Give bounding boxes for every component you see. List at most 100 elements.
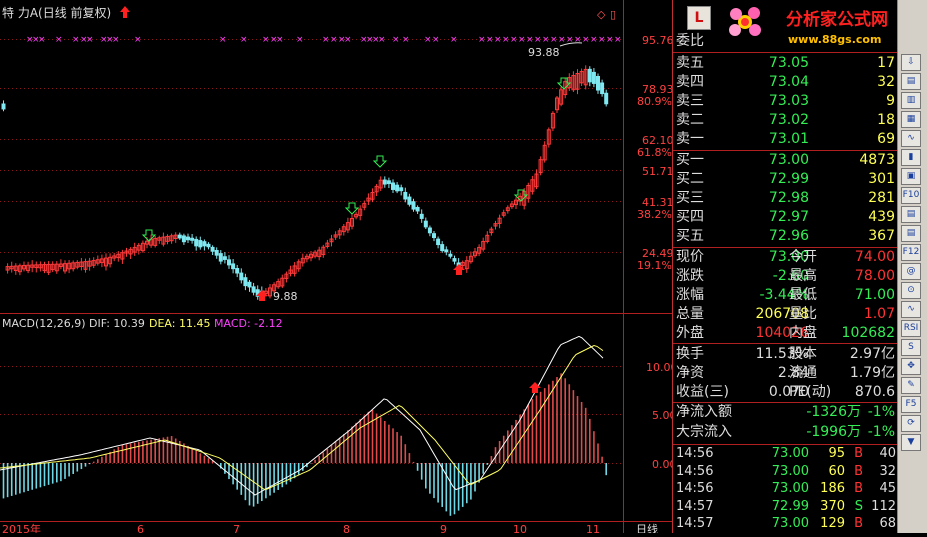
toolbar-button[interactable]: @ bbox=[901, 263, 921, 280]
toolbar-button[interactable]: F12 bbox=[901, 244, 921, 261]
svg-text:×: × bbox=[606, 35, 614, 45]
svg-text:×: × bbox=[402, 35, 410, 45]
svg-text:×: × bbox=[378, 35, 386, 45]
toolbar-button[interactable]: F10 bbox=[901, 187, 921, 204]
flow-value: -1326万 bbox=[806, 404, 861, 420]
svg-text:×: × bbox=[550, 35, 558, 45]
svg-text:×: × bbox=[134, 35, 142, 45]
ask-row[interactable]: 卖三 73.03 9 bbox=[673, 92, 898, 111]
ask-level: 卖五 bbox=[676, 55, 704, 71]
bid-row[interactable]: 买一 73.00 4873 bbox=[673, 151, 898, 170]
period-label: 日线 bbox=[636, 522, 658, 533]
trade-time: 14:57 bbox=[676, 516, 714, 531]
toolbar-button[interactable]: ▤ bbox=[901, 73, 921, 90]
bid-row[interactable]: 买四 72.97 439 bbox=[673, 208, 898, 227]
toolbar-button[interactable]: ✎ bbox=[901, 377, 921, 394]
toolbar-button[interactable]: ▣ bbox=[901, 168, 921, 185]
trade-time: 14:56 bbox=[676, 446, 714, 461]
price-levels bbox=[0, 39, 623, 253]
toolbar-button[interactable]: ▮ bbox=[901, 149, 921, 166]
quote-label: 涨幅 bbox=[676, 287, 704, 303]
side-toolbar: ⇩ ▤ ▥ ▦ ∿ ▮ ▣ F10 ▤ ▤ F12 @ ⊙ ∿ RSI S ✥ ✎ F5 ⟳ ▼ bbox=[897, 0, 927, 533]
stats-value-2: 2.97亿 bbox=[849, 346, 895, 362]
ask-row[interactable]: 卖一 73.01 69 bbox=[673, 130, 898, 149]
bid-level: 买三 bbox=[676, 190, 704, 206]
date-label-8: 8 bbox=[343, 523, 350, 533]
trade-row: 14:57 72.99 370 S 112 bbox=[673, 498, 898, 516]
toolbar-button[interactable]: ▤ bbox=[901, 225, 921, 242]
toolbar-button[interactable]: ▤ bbox=[901, 206, 921, 223]
macd-dea: DEA: 11.45 bbox=[149, 317, 210, 330]
toolbar-button[interactable]: ▼ bbox=[901, 434, 921, 451]
ask-row[interactable]: 卖二 73.02 18 bbox=[673, 111, 898, 130]
quote-value-2: 78.00 bbox=[854, 268, 895, 284]
quote-panel: L 委比 卖五 73.05 17 卖四 73.04 32 卖三 73.03 9 … bbox=[672, 0, 898, 533]
trade-side: B bbox=[854, 446, 863, 461]
scroll-up-icon[interactable]: ▯ bbox=[610, 8, 616, 21]
toolbar-button[interactable]: ⟳ bbox=[901, 415, 921, 432]
toolbar-button[interactable]: ▥ bbox=[901, 92, 921, 109]
macd-name: MACD(12,26,9) bbox=[2, 317, 86, 330]
quote-row: 涨跌 -2.60 最高 78.00 bbox=[673, 267, 898, 286]
toolbar-button[interactable]: S bbox=[901, 339, 921, 356]
candles bbox=[1, 65, 609, 300]
svg-text:×: × bbox=[344, 35, 352, 45]
svg-text:×: × bbox=[55, 35, 63, 45]
flow-row: 大宗流入 -1996万 -1% bbox=[673, 423, 898, 442]
quote-label-2: 内盘 bbox=[789, 325, 817, 341]
trade-volume: 129 bbox=[820, 516, 845, 531]
flow-value: -1996万 bbox=[806, 424, 861, 440]
quote-row: 总量 206708 量比 1.07 bbox=[673, 305, 898, 324]
low-price-label: 9.88 bbox=[273, 290, 298, 303]
trade-volume: 95 bbox=[828, 446, 845, 461]
svg-text:×: × bbox=[494, 35, 502, 45]
quote-label: 涨跌 bbox=[676, 268, 704, 284]
bid-level: 买一 bbox=[676, 152, 704, 168]
bid-row[interactable]: 买五 72.96 367 bbox=[673, 227, 898, 246]
bid-row[interactable]: 买三 72.98 281 bbox=[673, 189, 898, 208]
ask-row[interactable]: 卖四 73.04 32 bbox=[673, 73, 898, 92]
l-button[interactable]: L bbox=[687, 6, 711, 30]
toolbar-button[interactable]: ∿ bbox=[901, 130, 921, 147]
stats-value-2: 870.6 bbox=[854, 384, 895, 400]
bid-row[interactable]: 买二 72.99 301 bbox=[673, 170, 898, 189]
ask-level: 卖四 bbox=[676, 74, 704, 90]
bid-price: 72.98 bbox=[768, 190, 809, 206]
kline-chart[interactable]: ××× × × ×× ××× × × × × ×× × × × ×× ×××× × × × × × × × × × × × × × × ×… bbox=[0, 0, 678, 536]
date-label-9: 9 bbox=[440, 523, 447, 533]
trade-price: 73.00 bbox=[771, 481, 809, 496]
bid-level: 买五 bbox=[676, 228, 704, 244]
stats-label-2: 股本 bbox=[789, 346, 817, 362]
svg-text:×: × bbox=[486, 35, 494, 45]
brand-url: www.88gs.com bbox=[788, 33, 881, 46]
macd-axis-5: 5.00 bbox=[652, 409, 672, 422]
toolbar-button[interactable]: ✥ bbox=[901, 358, 921, 375]
diamond-icon[interactable]: ◇ bbox=[597, 8, 606, 21]
kline-chart-area[interactable]: × × × × × × × × × × × × × × × × × × × × × × × × × × × × × × × × × × × × × × × ×… bbox=[0, 0, 678, 536]
stats-row: 净资 2.84 流通 1.79亿 bbox=[673, 364, 898, 383]
pct-label-2: 61.8% bbox=[637, 146, 672, 159]
trade-price: 73.00 bbox=[771, 463, 809, 479]
quote-value-2: 74.00 bbox=[854, 249, 895, 265]
svg-text:×: × bbox=[502, 35, 510, 45]
ask-level: 卖一 bbox=[676, 131, 704, 147]
ask-row[interactable]: 卖五 73.05 17 bbox=[673, 54, 898, 73]
ask-volume: 69 bbox=[877, 131, 895, 147]
price-label-1: 95.76 bbox=[642, 34, 672, 47]
ask-volume: 17 bbox=[877, 55, 895, 71]
toolbar-button[interactable]: F5 bbox=[901, 396, 921, 413]
toolbar-button[interactable]: RSI bbox=[901, 320, 921, 337]
toolbar-button[interactable]: ∿ bbox=[901, 301, 921, 318]
toolbar-button[interactable]: ⊙ bbox=[901, 282, 921, 299]
svg-text:×: × bbox=[276, 35, 284, 45]
toolbar-button[interactable]: ⇩ bbox=[901, 54, 921, 71]
svg-text:×: × bbox=[38, 35, 46, 45]
ask-price: 73.02 bbox=[768, 112, 809, 128]
bid-volume: 4873 bbox=[859, 152, 895, 168]
svg-text:×: × bbox=[558, 35, 566, 45]
flow-label: 净流入额 bbox=[676, 404, 732, 420]
toolbar-button[interactable]: ▦ bbox=[901, 111, 921, 128]
pct-label-4: 19.1% bbox=[637, 259, 672, 272]
bid-price: 72.97 bbox=[768, 209, 809, 225]
date-label-7: 7 bbox=[233, 523, 240, 533]
